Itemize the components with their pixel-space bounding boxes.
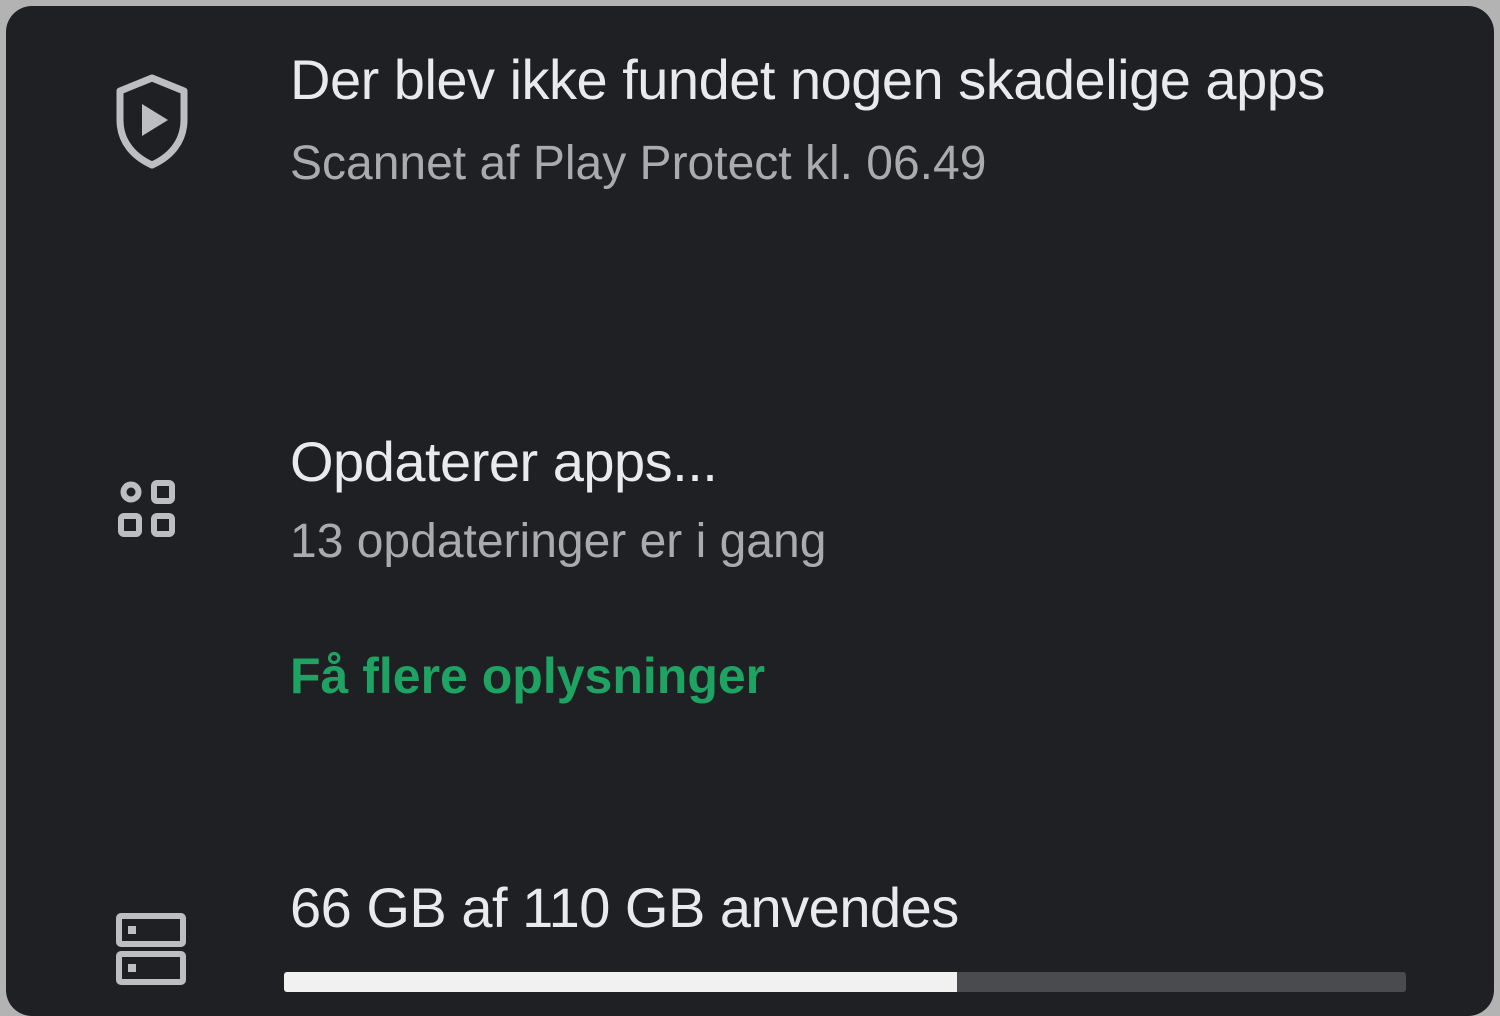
storage-progress-bar: [284, 972, 1406, 992]
updates-subtitle: 13 opdateringer er i gang: [290, 515, 827, 568]
more-info-link[interactable]: Få flere oplysninger: [290, 646, 765, 706]
play-protect-subtitle: Scannet af Play Protect kl. 06.49: [290, 137, 987, 190]
storage-progress-fill: [284, 972, 958, 992]
storage-icon: [110, 908, 194, 1008]
manage-apps-panel: Der blev ikke fundet nogen skadelige app…: [6, 6, 1494, 1016]
storage-title: 66 GB af 110 GB anvendes: [290, 876, 959, 939]
play-protect-title: Der blev ikke fundet nogen skadelige app…: [290, 48, 1325, 111]
shield-play-icon: [110, 72, 194, 172]
updates-title: Opdaterer apps...: [290, 430, 718, 493]
apps-grid-icon: [110, 464, 194, 564]
